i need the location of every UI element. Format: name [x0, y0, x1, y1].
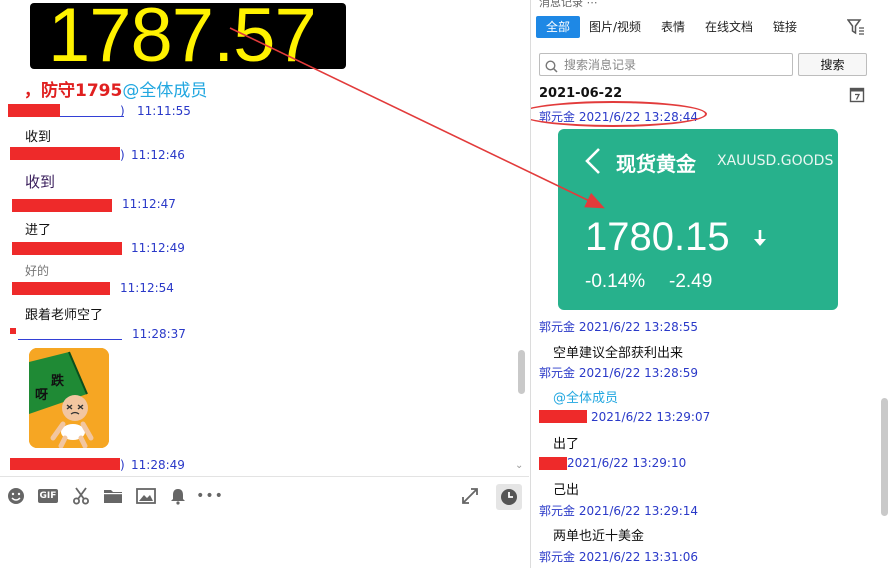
history-meta: 郭元金 2021/6/22 13:28:59 [539, 366, 699, 380]
history-body: 出了 [553, 437, 580, 452]
message-body: 好的 [25, 264, 50, 278]
redacted-sender [8, 104, 60, 117]
down-arrow-icon [753, 229, 767, 251]
redacted-sender [10, 328, 16, 334]
history-meta: 2021/6/22 13:29:10 [567, 456, 687, 470]
filter-icon[interactable] [846, 19, 865, 39]
scroll-down-icon[interactable]: ⌄ [515, 460, 523, 471]
calendar-icon[interactable] [849, 86, 865, 107]
hold-text: ，防守1795 [24, 81, 123, 101]
gif-icon[interactable]: GIF [37, 486, 59, 506]
message-time: 11:28:37 [132, 327, 186, 341]
message-time: 11:11:55 [137, 104, 191, 118]
history-pane: 消息记录 ⋯ 全部 图片/视频 表情 在线文档 链接 搜索 2021-06-22… [530, 0, 891, 568]
mention-all[interactable]: @全体成员 [122, 81, 207, 101]
history-body[interactable]: @全体成员 [553, 387, 618, 406]
input-toolbar: GIF ••• [0, 476, 529, 514]
search-icon [545, 58, 558, 77]
sticker-char: 跌 [51, 374, 65, 389]
history-title: 消息记录 ⋯ [539, 0, 598, 9]
message-body: 进了 [25, 223, 52, 238]
redacted-sender [539, 457, 567, 470]
search-button[interactable]: 搜索 [798, 53, 867, 76]
hold-message: ，防守1795@全体成员 [24, 76, 207, 101]
card-title: 现货黄金 [616, 152, 696, 176]
tab-docs[interactable]: 在线文档 [705, 16, 753, 38]
sender-underline [18, 339, 122, 340]
history-meta: 郭元金 2021/6/22 13:31:06 [539, 550, 699, 564]
chat-pane: 1787.57 19 19 ，防守1795@全体成员 ) 11:11:55 收到… [0, 0, 529, 568]
message-time: 11:12:47 [122, 197, 176, 211]
card-change-percent: -0.14% [585, 271, 646, 292]
history-body: 两单也近十美金 [553, 529, 645, 544]
redacted-sender [10, 458, 120, 470]
price-value: 1787.57 [48, 3, 317, 69]
history-meta: 2021/6/22 13:29:07 [591, 410, 711, 424]
redacted-sender [12, 199, 112, 212]
gold-price-card[interactable]: 现货黄金 XAUUSD.GOODS 1780.15 -0.14% -2.49 [558, 129, 838, 310]
message-body: 收到 [25, 130, 52, 145]
scissors-icon[interactable] [71, 486, 91, 506]
message-time: 11:12:46 [131, 148, 185, 162]
history-meta: 郭元金 2021/6/22 13:28:55 [539, 320, 699, 334]
message-body: 收到 [25, 173, 56, 191]
date-header: 2021-06-22 [539, 86, 623, 101]
redacted-sender [12, 282, 110, 295]
redacted-sender [12, 242, 122, 255]
redacted-sender [48, 147, 120, 160]
history-body: 空单建议全部获利出来 [553, 346, 684, 361]
message-time: 11:12:49 [131, 241, 185, 255]
crying-baby-sticker-icon[interactable]: 跌 呀 [29, 348, 109, 448]
message-time: 11:12:54 [120, 281, 174, 295]
sticker-char: 呀 [35, 388, 49, 403]
history-body: 己出 [553, 483, 580, 498]
more-icon[interactable]: ••• [196, 486, 223, 506]
search-input[interactable] [539, 53, 793, 76]
tab-media[interactable]: 图片/视频 [589, 16, 641, 38]
history-meta: 郭元金 2021/6/22 13:29:14 [539, 504, 699, 518]
message-time: 11:28:49 [131, 458, 185, 472]
history-scrollbar[interactable] [881, 398, 888, 516]
tab-all[interactable]: 全部 [536, 16, 581, 38]
redacted-sender [539, 410, 587, 423]
redacted-sender [10, 147, 50, 160]
history-clock-icon[interactable] [496, 484, 522, 510]
card-symbol: XAUUSD.GOODS [717, 153, 834, 169]
expand-icon[interactable] [460, 486, 480, 506]
image-icon[interactable] [135, 486, 157, 506]
bell-icon[interactable] [168, 486, 188, 506]
sender-underline [60, 116, 124, 117]
folder-icon[interactable] [102, 486, 124, 506]
chat-scrollbar[interactable] [518, 350, 525, 394]
card-change-amount: -2.49 [669, 271, 713, 292]
back-chevron-icon [584, 147, 602, 179]
price-screenshot: 1787.57 19 19 [30, 3, 346, 69]
card-price: 1780.15 [585, 215, 730, 259]
emoji-icon[interactable] [6, 486, 26, 506]
tab-links[interactable]: 链接 [773, 16, 797, 38]
tab-stickers[interactable]: 表情 [661, 16, 685, 38]
history-tabs: 全部 图片/视频 表情 在线文档 链接 [536, 16, 886, 38]
app-window: 1787.57 19 19 ，防守1795@全体成员 ) 11:11:55 收到… [0, 0, 891, 568]
message-body: 跟着老师空了 [25, 308, 104, 323]
